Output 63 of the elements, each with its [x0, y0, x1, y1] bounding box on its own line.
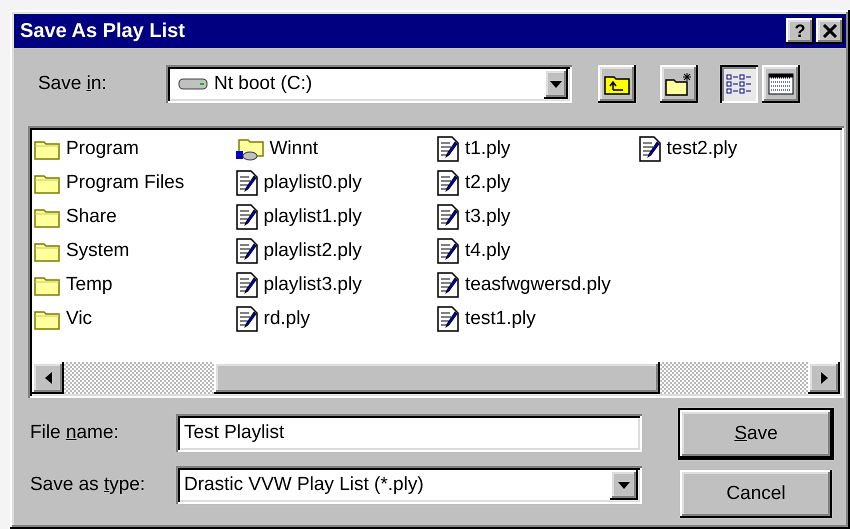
- document-icon: [437, 306, 459, 332]
- file-name[interactable]: t2.ply: [465, 168, 510, 198]
- file-name[interactable]: t1.ply: [465, 134, 510, 164]
- dialog-button[interactable]: Cancel: [680, 470, 832, 518]
- file-name[interactable]: System: [66, 236, 130, 266]
- document-icon: [638, 136, 660, 162]
- new-folder-icon: [665, 72, 693, 96]
- file-name[interactable]: test2.ply: [666, 134, 738, 164]
- document-icon: [437, 136, 459, 162]
- close-icon: [823, 24, 837, 38]
- file-name-label: File name:: [30, 420, 120, 445]
- file-name[interactable]: teasfwgwersd.ply: [465, 270, 611, 300]
- file-name[interactable]: playlist1.ply: [264, 202, 362, 232]
- dropdown-button[interactable]: [610, 470, 638, 500]
- save-in-dropdown[interactable]: Nt boot (C:): [166, 65, 572, 103]
- document-icon: [437, 204, 459, 230]
- file-name[interactable]: Share: [66, 202, 117, 232]
- window-title: Save As Play List: [20, 19, 185, 44]
- document-icon: [236, 204, 258, 230]
- scroll-right-button[interactable]: [808, 362, 840, 394]
- up-one-level-button[interactable]: [598, 65, 636, 103]
- view-button[interactable]: [720, 65, 758, 103]
- folder-icon: [236, 137, 264, 161]
- file-name[interactable]: playlist2.ply: [264, 236, 362, 266]
- document-icon: [437, 238, 459, 264]
- new-folder-button[interactable]: [660, 65, 698, 103]
- file-name[interactable]: playlist0.ply: [264, 168, 362, 198]
- right-arrow-icon: [820, 372, 828, 384]
- close-button[interactable]: [816, 18, 844, 44]
- file-name[interactable]: rd.ply: [264, 304, 310, 334]
- left-arrow-icon: [44, 372, 52, 384]
- list-view-icon: [726, 73, 752, 95]
- file-name[interactable]: Program: [66, 134, 139, 164]
- file-name[interactable]: test1.ply: [465, 304, 536, 334]
- file-name[interactable]: t4.ply: [465, 236, 510, 266]
- drive-icon: [178, 77, 208, 91]
- save-as-type-label: Save as type:: [30, 472, 146, 497]
- file-name[interactable]: t3.ply: [465, 202, 510, 232]
- save-as-type-dropdown[interactable]: Drastic VVW Play List (*.ply): [176, 466, 642, 504]
- document-icon: [236, 306, 258, 332]
- file-name[interactable]: Vic: [66, 304, 92, 334]
- dropdown-arrow-icon: [618, 482, 630, 488]
- save-in-value: Nt boot (C:): [214, 72, 314, 96]
- file-name[interactable]: Winnt: [270, 134, 318, 164]
- document-icon: [236, 272, 258, 298]
- scroll-thumb[interactable]: [214, 362, 660, 394]
- document-icon: [236, 170, 258, 196]
- help-button[interactable]: ?: [786, 18, 814, 44]
- save-in-label: Save in:: [38, 72, 108, 96]
- horizontal-scrollbar[interactable]: [32, 362, 840, 394]
- document-icon: [236, 238, 258, 264]
- details-view-icon: [768, 73, 794, 95]
- file-name[interactable]: playlist3.ply: [264, 270, 362, 300]
- dropdown-button[interactable]: [544, 69, 568, 99]
- dropdown-arrow-icon: [550, 80, 562, 88]
- file-name[interactable]: Temp: [66, 270, 112, 300]
- document-icon: [437, 170, 459, 196]
- file-name[interactable]: Program Files: [66, 168, 184, 198]
- dialog-button[interactable]: Save: [680, 410, 832, 458]
- file-name-field[interactable]: Test Playlist: [176, 414, 642, 452]
- document-icon: [437, 272, 459, 298]
- view-button[interactable]: [762, 65, 800, 103]
- scroll-left-button[interactable]: [32, 362, 64, 394]
